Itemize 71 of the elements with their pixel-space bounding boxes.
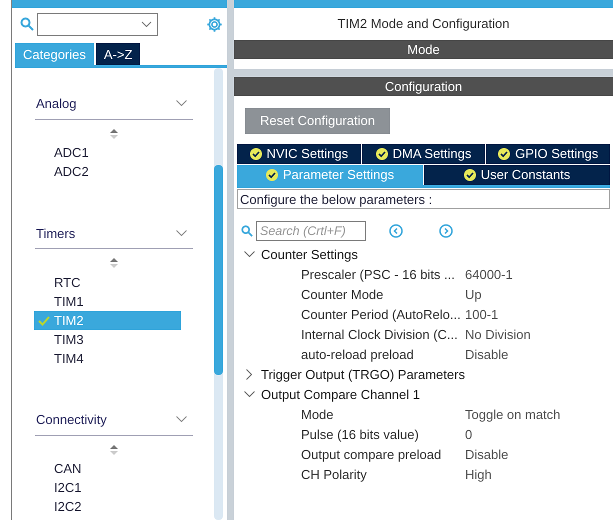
scrollbar-track[interactable]: [214, 68, 223, 520]
section-header: Mode: [234, 40, 613, 58]
chevron-down-icon: [176, 416, 187, 424]
parameter-value[interactable]: Toggle on match: [465, 404, 560, 424]
tree-group-label[interactable]: Trigger Output (TRGO) Parameters: [261, 364, 465, 384]
list-item[interactable]: I2C2: [34, 498, 181, 516]
next-icon[interactable]: [439, 224, 453, 238]
parameter-name: Mode: [301, 406, 335, 424]
list-item[interactable]: TIM1: [34, 292, 181, 311]
parameter-name: Counter Period (AutoRelo...: [301, 306, 462, 324]
search-icon: [241, 224, 253, 236]
chevron-down-icon: [176, 230, 187, 237]
group-header[interactable]: Timers: [35, 224, 193, 249]
parameter-value[interactable]: 100-1: [465, 304, 498, 324]
chevron-down-icon[interactable]: [244, 391, 255, 398]
parameter-value[interactable]: No Division: [465, 324, 531, 344]
splitter-bar[interactable]: [234, 68, 613, 76]
tree-group-label[interactable]: Output Compare Channel 1: [261, 384, 420, 404]
parameter-name: Counter Mode: [301, 286, 384, 304]
group-title: Timers: [36, 224, 76, 242]
check-circle-icon: [250, 148, 262, 160]
group-header[interactable]: Analog: [35, 94, 193, 120]
chevron-down-icon: [176, 100, 187, 108]
list-item[interactable]: TIM3: [34, 330, 181, 349]
settings-tab[interactable]: User Constants: [424, 164, 610, 184]
previous-icon[interactable]: [389, 224, 403, 238]
check-circle-icon: [376, 148, 388, 160]
sort-icon: [110, 128, 118, 140]
check-circle-icon: [266, 168, 278, 180]
chevron-down-icon[interactable]: [244, 251, 255, 258]
parameter-value[interactable]: Up: [465, 284, 482, 304]
search-icon[interactable]: [20, 17, 34, 31]
list-item[interactable]: ADC1: [34, 144, 181, 162]
description-field: Configure the below parameters :: [237, 188, 610, 208]
check-circle-icon: [464, 168, 476, 180]
list-item[interactable]: TIM4: [34, 349, 181, 368]
settings-tab[interactable]: DMA Settings: [362, 144, 486, 164]
tree-group-label[interactable]: Counter Settings: [261, 244, 358, 264]
scrollbar-thumb[interactable]: [214, 165, 223, 375]
settings-icon[interactable]: [206, 16, 223, 32]
group-title: Connectivity: [36, 411, 107, 429]
parameter-name: Output compare preload: [301, 446, 442, 464]
parameter-name: Pulse (16 bits value): [301, 426, 420, 444]
check-circle-icon: [498, 148, 510, 160]
list-item[interactable]: CAN: [34, 460, 181, 478]
chevron-down-icon: [141, 20, 152, 28]
sort-icon: [110, 258, 118, 269]
parameter-name: Prescaler (PSC - 16 bits ...: [301, 266, 456, 284]
parameter-name: Internal Clock Division (C...: [301, 326, 459, 344]
search-field[interactable]: Search (Crtl+F): [256, 220, 366, 240]
parameter-value[interactable]: 0: [465, 424, 472, 444]
parameter-name: CH Polarity: [301, 466, 368, 484]
search-dropdown[interactable]: [37, 12, 158, 36]
parameter-name: auto-reload preload: [301, 346, 415, 364]
list-item[interactable]: I2C1: [34, 478, 181, 498]
group-title: Analog: [36, 95, 76, 113]
list-item[interactable]: ADC2: [34, 162, 181, 182]
settings-tab[interactable]: GPIO Settings: [486, 144, 610, 164]
category-tab[interactable]: A->Z: [96, 43, 140, 65]
section-header: Configuration: [234, 76, 613, 96]
list-item[interactable]: RTC: [34, 273, 181, 292]
settings-tab[interactable]: NVIC Settings: [237, 144, 361, 164]
chevron-right-icon[interactable]: [246, 369, 253, 380]
parameter-value[interactable]: Disable: [465, 444, 508, 464]
panel-title: TIM2 Mode and Configuration: [336, 15, 510, 33]
sort-icon: [110, 444, 118, 456]
check-icon: [38, 316, 50, 326]
parameter-value[interactable]: Disable: [465, 344, 508, 364]
parameter-value[interactable]: 64000-1: [465, 264, 513, 284]
group-header[interactable]: Connectivity: [35, 410, 193, 436]
parameter-value[interactable]: High: [465, 464, 492, 484]
